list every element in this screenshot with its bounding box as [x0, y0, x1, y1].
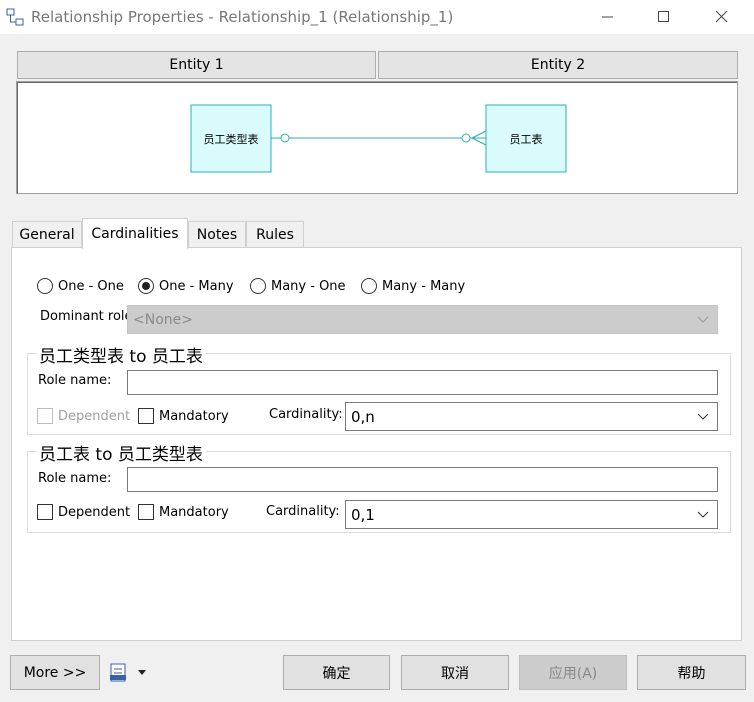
mandatory-checkbox-2[interactable]: Mandatory — [138, 503, 229, 521]
radio-one-one[interactable]: One - One — [37, 277, 124, 295]
maximize-button[interactable] — [636, 0, 692, 34]
relationship-diagram: 员工类型表 员工表 — [16, 81, 738, 194]
ok-button[interactable]: 确定 — [283, 655, 390, 690]
dependent-checkbox-1: Dependent — [37, 407, 130, 425]
window-title: Relationship Properties - Relationship_1… — [31, 8, 454, 26]
radio-one-many[interactable]: One - Many — [138, 277, 234, 295]
cardinality-label-1: Cardinality: — [269, 407, 343, 422]
dominant-role-select: <None> — [127, 305, 718, 334]
cancel-button[interactable]: 取消 — [401, 655, 509, 690]
optional-circle-right — [461, 133, 471, 143]
diagram-canvas: 员工类型表 员工表 — [190, 104, 567, 173]
left-entity-label: 员工类型表 — [204, 132, 259, 146]
minimize-button[interactable] — [580, 0, 636, 34]
more-button[interactable]: More >> — [10, 655, 100, 690]
title-bar: Relationship Properties - Relationship_1… — [0, 0, 754, 34]
chevron-down-icon — [697, 413, 709, 420]
dependent-checkbox-2[interactable]: Dependent — [37, 503, 130, 521]
tab-cardinalities[interactable]: Cardinalities — [82, 218, 188, 249]
group2-title: 员工表 to 员工类型表 — [37, 440, 206, 465]
cardinality-select-2[interactable]: 0,1 — [345, 500, 718, 529]
tab-rules[interactable]: Rules — [246, 221, 304, 248]
entity1-header[interactable]: Entity 1 — [17, 51, 376, 79]
chevron-down-icon — [697, 511, 709, 518]
minimize-icon — [602, 16, 613, 18]
cardinality-label-2: Cardinality: — [266, 504, 340, 519]
role-name-input-2[interactable] — [127, 467, 718, 492]
cardinality-select-1[interactable]: 0,n — [345, 402, 718, 431]
chevron-down-icon — [697, 316, 709, 323]
crows-foot-icon — [471, 130, 487, 146]
entity2-header[interactable]: Entity 2 — [378, 51, 738, 79]
role-name-label-1: Role name: — [38, 373, 112, 388]
group1-title: 员工类型表 to 员工表 — [37, 342, 206, 367]
tab-notes[interactable]: Notes — [188, 221, 246, 248]
close-button[interactable] — [694, 0, 750, 34]
radio-many-one[interactable]: Many - One — [250, 277, 346, 295]
mandatory-checkbox-1[interactable]: Mandatory — [138, 407, 229, 425]
maximize-icon — [658, 11, 669, 22]
relationship-icon — [6, 8, 24, 26]
right-entity-label: 员工表 — [510, 132, 543, 146]
optional-circle-left — [280, 133, 290, 143]
radio-many-many[interactable]: Many - Many — [361, 277, 465, 295]
help-button[interactable]: 帮助 — [637, 655, 746, 690]
role-name-label-2: Role name: — [38, 471, 112, 486]
close-icon — [716, 11, 728, 23]
role-name-input-1[interactable] — [127, 370, 718, 395]
tab-general[interactable]: General — [12, 221, 82, 248]
printer-icon[interactable] — [108, 661, 152, 683]
apply-button: 应用(A) — [519, 655, 627, 690]
dominant-role-label: Dominant role: — [40, 309, 137, 324]
